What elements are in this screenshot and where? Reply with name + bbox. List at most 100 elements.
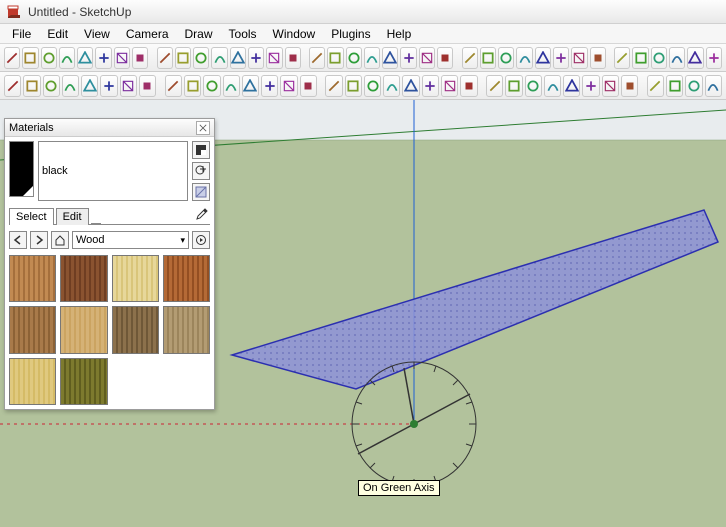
tool-pyramid[interactable] (525, 75, 542, 97)
menu-help[interactable]: Help (379, 25, 420, 43)
tool-circle[interactable] (95, 47, 111, 69)
tool-scale[interactable] (211, 47, 227, 69)
tool-plugin-4[interactable] (602, 75, 619, 97)
display-secondary-button[interactable] (192, 141, 210, 159)
tool-zoom[interactable] (400, 47, 416, 69)
tool-iso[interactable] (498, 47, 514, 69)
tool-solid-split[interactable] (325, 75, 342, 97)
materials-tab-edit[interactable]: Edit (56, 208, 89, 225)
menu-file[interactable]: File (4, 25, 39, 43)
material-swatch-wood-5[interactable] (9, 306, 56, 353)
tool-protractor[interactable] (266, 47, 282, 69)
tool-tape[interactable] (248, 47, 264, 69)
menu-window[interactable]: Window (265, 25, 324, 43)
tool-sandbox-grid[interactable] (184, 75, 201, 97)
material-name-input[interactable] (38, 141, 188, 201)
tool-layer[interactable] (4, 75, 21, 97)
materials-panel[interactable]: Materials Select E (4, 118, 215, 410)
panel-close-button[interactable] (196, 121, 210, 135)
create-material-button[interactable] (192, 162, 210, 180)
tool-cylinder[interactable] (383, 75, 400, 97)
materials-nav-back-button[interactable] (9, 231, 27, 249)
tool-cone[interactable] (402, 75, 419, 97)
materials-panel-header[interactable]: Materials (5, 119, 214, 137)
tool-select[interactable] (4, 47, 20, 69)
materials-details-button[interactable] (192, 231, 210, 249)
tool-rectangle[interactable] (77, 47, 93, 69)
sample-paint-button[interactable] (192, 206, 210, 224)
tool-color[interactable] (165, 75, 182, 97)
material-swatch-wood-4[interactable] (163, 255, 210, 302)
tool-line[interactable] (41, 47, 57, 69)
menu-camera[interactable]: Camera (118, 25, 177, 43)
material-swatch-wood-3[interactable] (112, 255, 159, 302)
tool-sandbox-stamp[interactable] (203, 75, 220, 97)
tool-plugin-7[interactable] (666, 75, 683, 97)
tool-torus[interactable] (441, 75, 458, 97)
tool-back[interactable] (571, 47, 587, 69)
tool-paint[interactable] (669, 47, 685, 69)
tool-solid-trim[interactable] (345, 75, 362, 97)
material-preview-swatch[interactable] (9, 141, 34, 197)
tool-next[interactable] (480, 47, 496, 69)
tool-move[interactable] (175, 47, 191, 69)
material-swatch-wood-8[interactable] (163, 306, 210, 353)
menu-view[interactable]: View (76, 25, 118, 43)
tool-xray[interactable] (632, 47, 648, 69)
tool-3d-text[interactable] (687, 47, 703, 69)
tool-tube[interactable] (486, 75, 503, 97)
tool-box[interactable] (364, 75, 381, 97)
tool-plugin-1[interactable] (544, 75, 561, 97)
tool-eraser[interactable] (22, 47, 38, 69)
tool-top[interactable] (516, 47, 532, 69)
tool-text[interactable] (309, 47, 325, 69)
tool-polygon[interactable] (114, 47, 130, 69)
tool-solid-subtract[interactable] (280, 75, 297, 97)
tool-plugin-9[interactable] (705, 75, 722, 97)
tool-prism[interactable] (460, 75, 477, 97)
material-swatch-wood-6[interactable] (60, 306, 107, 353)
tool-styles[interactable] (100, 75, 117, 97)
tool-push-pull[interactable] (157, 47, 173, 69)
tool-model[interactable] (62, 75, 79, 97)
tool-plugin-5[interactable] (621, 75, 638, 97)
material-swatch-wood-9[interactable] (9, 358, 56, 405)
tool-solid-intersect[interactable] (300, 75, 317, 97)
materials-library-select[interactable]: Wood ▾ (72, 231, 189, 249)
tool-sphere[interactable] (422, 75, 439, 97)
tool-plugin-6[interactable] (647, 75, 664, 97)
tool-section[interactable] (346, 47, 362, 69)
tool-dimension[interactable] (285, 47, 301, 69)
tool-left[interactable] (590, 47, 606, 69)
tool-add-loc[interactable] (706, 47, 722, 69)
tool-right[interactable] (553, 47, 569, 69)
materials-nav-home-button[interactable] (51, 231, 69, 249)
tool-outliner[interactable] (23, 75, 40, 97)
materials-nav-forward-button[interactable] (30, 231, 48, 249)
default-material-button[interactable] (192, 183, 210, 201)
tool-plugin-3[interactable] (582, 75, 599, 97)
tool-shaded[interactable] (651, 47, 667, 69)
tool-solid-union[interactable] (261, 75, 278, 97)
tool-front[interactable] (535, 47, 551, 69)
material-swatch-wood-10[interactable] (60, 358, 107, 405)
tool-axes[interactable] (327, 47, 343, 69)
tool-arc[interactable] (59, 47, 75, 69)
tool-plugin-2[interactable] (563, 75, 580, 97)
menu-tools[interactable]: Tools (221, 25, 265, 43)
tool-entity[interactable] (43, 75, 60, 97)
tool-shadows[interactable] (614, 47, 630, 69)
tool-sandbox-drape[interactable] (223, 75, 240, 97)
tool-sandbox-smoove[interactable] (242, 75, 259, 97)
tool-zoom-window[interactable] (437, 47, 453, 69)
material-swatch-wood-2[interactable] (60, 255, 107, 302)
tool-dome[interactable] (505, 75, 522, 97)
tool-orbit[interactable] (364, 47, 380, 69)
tool-zoom-extents[interactable] (419, 47, 435, 69)
material-swatch-wood-7[interactable] (112, 306, 159, 353)
tool-rotate[interactable] (193, 47, 209, 69)
menu-draw[interactable]: Draw (177, 25, 221, 43)
materials-tab-select[interactable]: Select (9, 208, 54, 225)
menu-plugins[interactable]: Plugins (323, 25, 378, 43)
tool-components[interactable] (81, 75, 98, 97)
